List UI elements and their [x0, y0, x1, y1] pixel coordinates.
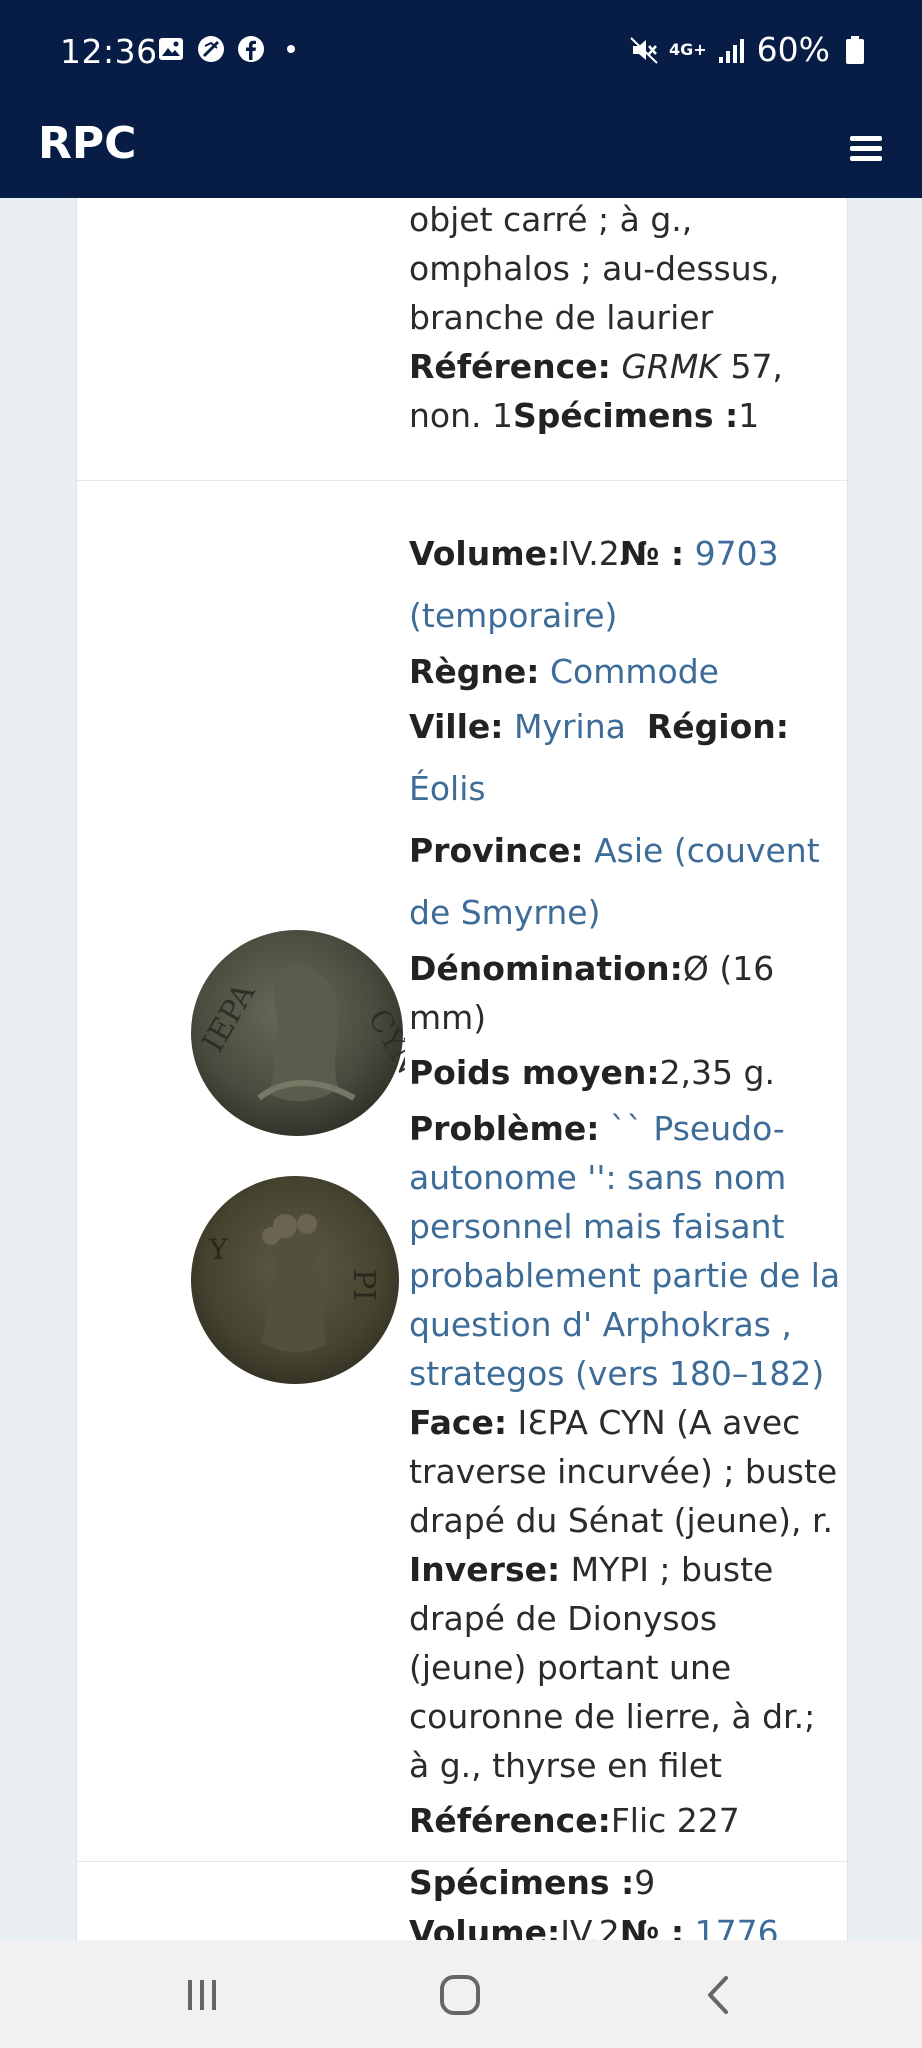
svg-text:Y: Y — [208, 1233, 228, 1266]
specimens-value: 9 — [634, 1863, 656, 1902]
coin-obverse-image[interactable]: IEPA CYN — [189, 928, 425, 1138]
more-notifications-dot-icon — [276, 34, 306, 64]
entry-divider — [77, 480, 847, 481]
reference-value: Flic 227 — [610, 1801, 740, 1840]
weight-value: 2,35 g. — [659, 1053, 775, 1092]
battery-icon — [840, 35, 870, 65]
hamburger-menu-icon[interactable] — [846, 126, 886, 170]
reign-label: Règne: — [409, 652, 540, 691]
app-title[interactable]: RPC — [38, 118, 136, 169]
number-label: № : — [619, 534, 685, 573]
reference-label: Référence: — [409, 347, 611, 386]
issue-link[interactable]: `` Pseudo-autonome '': sans nom personne… — [409, 1109, 840, 1393]
reference-italic: GRMK — [621, 347, 720, 386]
result-entry-partial: Volume:IV.2№ : 1776 — [409, 1908, 841, 1940]
volume-label: Volume: — [409, 534, 561, 573]
volume-value: IV.2 — [560, 534, 620, 573]
specimens-label: Spécimens : — [513, 396, 739, 435]
number-label: № : — [619, 1913, 685, 1940]
issue-label: Problème: — [409, 1109, 600, 1148]
network-type-label: 4G+ — [668, 40, 707, 59]
result-entry: Volume:IV.2№ : 9703 (temporaire) Règne: … — [409, 523, 841, 1914]
denomination-label: Dénomination: — [409, 949, 683, 988]
obverse-description-tail: objet carré ; à g., omphalos ; au-dessus… — [409, 200, 780, 337]
back-icon[interactable] — [688, 1970, 748, 2020]
reference-label: Référence: — [409, 1801, 611, 1840]
clock: 12:36 — [60, 32, 158, 71]
reign-link[interactable]: Commode — [550, 652, 719, 691]
status-bar: 12:36 4G+ 60% — [0, 0, 922, 104]
system-navigation-bar — [0, 1940, 922, 2048]
signal-strength-icon — [717, 35, 747, 65]
province-label: Province: — [409, 831, 584, 870]
result-entry-partial: objet carré ; à g., omphalos ; au-dessus… — [409, 198, 841, 440]
svg-text:PI: PI — [346, 1269, 381, 1301]
region-link[interactable]: Éolis — [409, 769, 486, 808]
app-bar: RPC — [0, 104, 922, 198]
reverse-label: Inverse: — [409, 1550, 561, 1589]
region-label: Région: — [646, 707, 789, 746]
volume-label: Volume: — [409, 1913, 561, 1940]
home-icon[interactable] — [430, 1970, 490, 2020]
coin-reverse-image[interactable]: PI Y — [189, 1174, 401, 1386]
facebook-icon — [236, 34, 266, 64]
battery-percent: 60% — [756, 30, 830, 69]
results-list: objet carré ; à g., omphalos ; au-dessus… — [76, 198, 848, 1940]
obverse-label: Face: — [409, 1403, 508, 1442]
recent-apps-icon[interactable] — [172, 1970, 232, 2020]
specimens-label: Spécimens : — [409, 1863, 635, 1902]
specimens-value: 1 — [738, 396, 760, 435]
city-link[interactable]: Myrina — [514, 707, 626, 746]
entry-divider — [77, 1861, 847, 1862]
weight-label: Poids moyen: — [409, 1053, 660, 1092]
coin-number-link[interactable]: 1776 — [695, 1913, 779, 1940]
mute-icon — [629, 35, 659, 65]
blocked-notification-icon — [196, 34, 226, 64]
gallery-notification-icon — [156, 34, 186, 64]
volume-value: IV.2 — [560, 1913, 620, 1940]
city-label: Ville: — [409, 707, 504, 746]
